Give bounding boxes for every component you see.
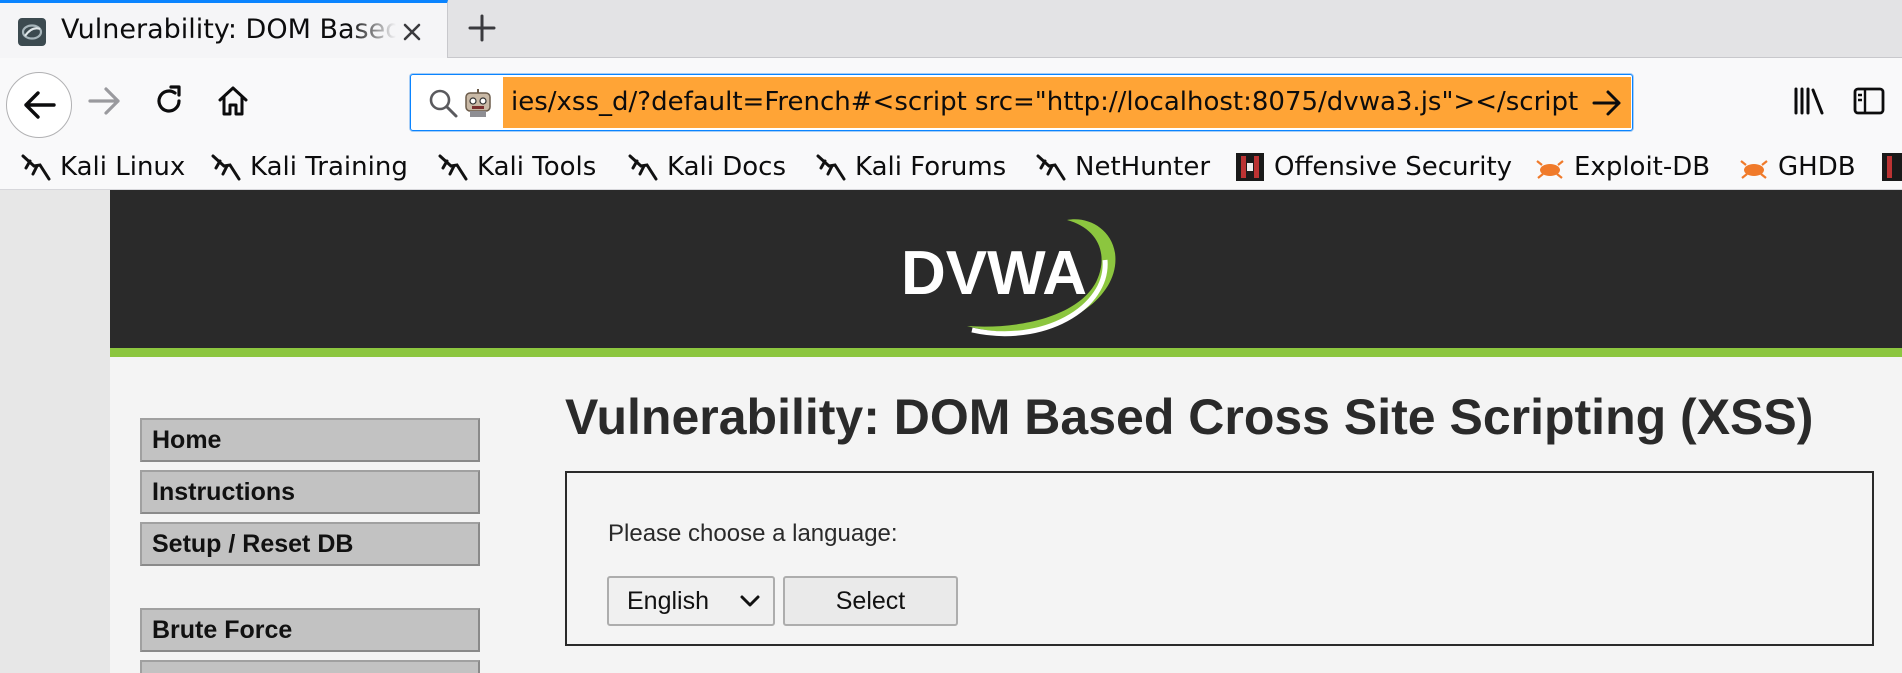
language-prompt: Please choose a language: (608, 520, 898, 547)
url-text[interactable]: ies/xss_d/?default=French#<script src="h… (503, 77, 1583, 128)
select-button[interactable]: Select (783, 576, 958, 626)
menu-item-next[interactable] (140, 660, 480, 673)
kali-dragon-icon (438, 154, 468, 181)
dvwa-logo: DVWA (901, 219, 1116, 337)
home-icon (218, 86, 248, 116)
arrow-right-icon (1592, 90, 1621, 115)
bookmark-label: Offensive Security (1274, 152, 1513, 182)
bookmark-label: Kali Docs (667, 152, 787, 182)
search-icon (429, 89, 458, 118)
language-select[interactable]: English (607, 576, 775, 626)
robot-icon (465, 89, 491, 117)
bookmark-label: Exploit-DB (1574, 152, 1711, 182)
kali-dragon-icon (816, 154, 846, 181)
plus-icon[interactable] (462, 10, 502, 46)
url-bar[interactable]: ies/xss_d/?default=French#<script src="h… (410, 74, 1633, 131)
bookmark-label: Kali Linux (60, 152, 186, 182)
dvwa-container: DVWA Home Instructions Setup / Reset DB … (110, 190, 1902, 673)
reload-icon (157, 85, 181, 113)
tab-title: Vulnerability: DOM Based Cross Site Scri… (61, 14, 396, 45)
tab-strip: Vulnerability: DOM Based Cross Site Scri… (0, 0, 1902, 58)
menu-item-home[interactable]: Home (140, 418, 480, 462)
bookmark-label: GHDB (1778, 152, 1856, 182)
bookmark-exploit-db[interactable]: Exploit-DB (1534, 144, 1710, 190)
offsec-icon (1236, 153, 1264, 181)
dvwa-header: DVWA (110, 190, 1902, 357)
offsec-icon (1882, 153, 1902, 181)
chevron-down-icon (740, 595, 760, 607)
bookmark-offensive-security[interactable]: Offensive Security (1234, 144, 1512, 190)
vulnerable-code-area: Please choose a language: English Select (565, 471, 1874, 646)
bookmark-label: Kali Forums (855, 152, 1007, 182)
bookmark-label: NetHunter (1075, 152, 1211, 182)
reload-button[interactable] (140, 72, 198, 130)
bookmark-kali-training[interactable]: Kali Training (210, 144, 408, 190)
library-icon (1794, 87, 1824, 115)
browser-tab[interactable]: Vulnerability: DOM Based Cross Site Scri… (0, 0, 448, 58)
bookmark-kali-forums[interactable]: Kali Forums (815, 144, 1006, 190)
menu-item-brute-force[interactable]: Brute Force (140, 608, 480, 652)
page-viewport: DVWA Home Instructions Setup / Reset DB … (0, 190, 1902, 673)
bookmark-label: Kali Training (250, 152, 408, 182)
language-select-value: English (627, 587, 709, 615)
back-button[interactable] (6, 72, 72, 138)
forward-button[interactable] (76, 72, 134, 130)
bookmark-kali-tools[interactable]: Kali Tools (437, 144, 596, 190)
library-button[interactable] (1779, 72, 1837, 130)
bookmark-kali-linux[interactable]: Kali Linux (20, 144, 185, 190)
page-title: Vulnerability: DOM Based Cross Site Scri… (565, 389, 1814, 445)
logo-text: DVWA (901, 239, 1087, 308)
arrow-left-icon (24, 91, 56, 119)
arrow-right-icon (88, 87, 120, 115)
close-icon[interactable] (398, 18, 426, 46)
sidebar-button[interactable] (1840, 72, 1898, 130)
sidebar-icon (1853, 87, 1885, 115)
menu-item-instructions[interactable]: Instructions (140, 470, 480, 514)
kali-dragon-icon (21, 154, 51, 181)
menu-item-setup-reset-db[interactable]: Setup / Reset DB (140, 522, 480, 566)
kali-dragon-icon (1036, 154, 1066, 181)
go-button[interactable] (1583, 77, 1631, 128)
kali-dragon-icon (211, 154, 241, 181)
bookmark-overflow[interactable] (1880, 144, 1902, 190)
bookmark-kali-docs[interactable]: Kali Docs (627, 144, 786, 190)
bookmarks-toolbar: Kali Linux Kali Training Kali Tools Kali… (0, 144, 1902, 190)
bookmark-label: Kali Tools (477, 152, 597, 182)
kali-dragon-icon (18, 18, 46, 46)
exploitdb-bug-icon (1740, 160, 1768, 179)
bookmark-nethunter[interactable]: NetHunter (1035, 144, 1210, 190)
home-button[interactable] (204, 72, 262, 130)
exploitdb-bug-icon (1536, 160, 1564, 179)
kali-dragon-icon (628, 154, 658, 181)
bookmark-ghdb[interactable]: GHDB (1738, 144, 1856, 190)
